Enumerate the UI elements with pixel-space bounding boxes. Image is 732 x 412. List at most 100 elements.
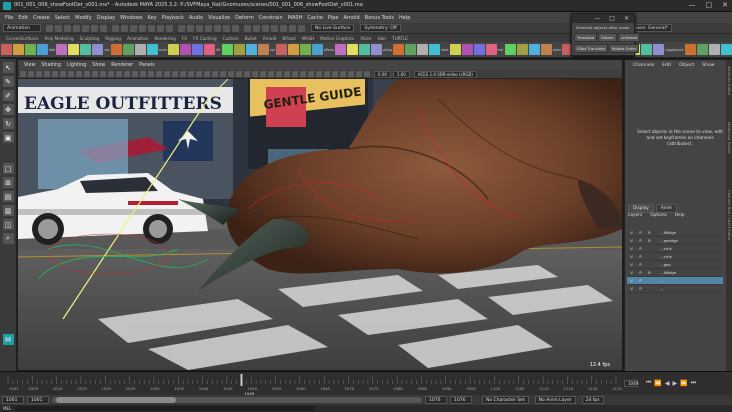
shelf-tool-icon[interactable] bbox=[122, 44, 134, 55]
layer-reference-toggle[interactable]: R bbox=[645, 238, 654, 243]
viewport-tool-icon[interactable] bbox=[76, 71, 82, 77]
float-close-button[interactable]: ✕ bbox=[624, 15, 629, 22]
layer-visibility-toggle[interactable]: V bbox=[627, 246, 636, 251]
viewport-tool-icon[interactable] bbox=[308, 71, 314, 77]
shelf-tab-xgen[interactable]: XGen bbox=[360, 36, 371, 41]
menu-edit[interactable]: Edit bbox=[18, 15, 28, 21]
menu-constrain[interactable]: Constrain bbox=[259, 15, 283, 21]
playback-end-field[interactable]: 1076 bbox=[425, 396, 447, 404]
float-maximize-button[interactable]: □ bbox=[609, 15, 615, 22]
viewport-tool-icon[interactable] bbox=[92, 71, 98, 77]
shelf-tab-bifrost[interactable]: Bifrost bbox=[282, 36, 296, 41]
shelf-tab-fx[interactable]: FX bbox=[182, 36, 187, 41]
layer-row[interactable]: V P ...geo bbox=[627, 261, 723, 269]
status-tool-icon[interactable] bbox=[289, 24, 296, 32]
step-forward-icon[interactable]: ⏩ bbox=[680, 380, 687, 387]
viewport-tool-icon[interactable] bbox=[196, 71, 202, 77]
status-tool-icon[interactable] bbox=[253, 24, 260, 32]
playback-start-field[interactable]: 1001 bbox=[27, 396, 49, 404]
shelf-tool-icon[interactable] bbox=[429, 44, 441, 55]
viewport-tool-icon[interactable] bbox=[284, 71, 290, 77]
persp-graph-icon[interactable]: ◫ bbox=[2, 219, 14, 230]
viewport-tool-icon[interactable] bbox=[300, 71, 306, 77]
menu-file[interactable]: File bbox=[5, 15, 13, 21]
shelf-tool-icon[interactable] bbox=[13, 44, 24, 55]
status-tool-icon[interactable] bbox=[91, 24, 98, 32]
range-end-field[interactable]: 1076 bbox=[450, 396, 472, 404]
rotate-button[interactable]: Rotate bbox=[598, 33, 617, 42]
shelf-tab-curvessurfaces[interactable]: CurvesSurfaces bbox=[6, 36, 39, 41]
channel-menu-channels[interactable]: Channels bbox=[633, 63, 654, 68]
status-tool-icon[interactable] bbox=[166, 24, 173, 32]
viewport-tool-icon[interactable] bbox=[60, 71, 66, 77]
viewport-tool-icon[interactable] bbox=[116, 71, 122, 77]
side-label-channel-box[interactable]: Channel Box / Layer Editor bbox=[727, 190, 732, 241]
viewport-tool-icon[interactable] bbox=[124, 71, 130, 77]
layer-playback-toggle[interactable]: P bbox=[636, 246, 645, 251]
menu-pipe[interactable]: Pipe bbox=[328, 15, 339, 21]
shelf-tab-fx-caching[interactable]: FX Caching bbox=[193, 36, 217, 41]
viewport-3d[interactable]: EAGLE OUTFITTERS GENTLE GUIDE 12.4 fps bbox=[18, 79, 622, 370]
symmetry-dropdown[interactable]: Symmetry: Off bbox=[360, 24, 401, 32]
float-minimize-button[interactable]: — bbox=[594, 15, 600, 22]
single-view-icon[interactable]: □ bbox=[2, 163, 14, 174]
anim-layer-dropdown[interactable]: No Anim Layer bbox=[534, 396, 576, 404]
shelf-tool-icon[interactable] bbox=[449, 44, 461, 55]
viewport-tool-icon[interactable] bbox=[348, 71, 354, 77]
layer-visibility-toggle[interactable]: V bbox=[627, 286, 636, 291]
shelf-tab-arnold[interactable]: Arnold bbox=[263, 36, 277, 41]
viewport-menu-view[interactable]: View bbox=[24, 63, 35, 68]
shelf-tool-icon[interactable] bbox=[1, 44, 12, 55]
go-to-end-icon[interactable]: ⏭ bbox=[691, 379, 696, 387]
command-input[interactable] bbox=[15, 406, 316, 411]
viewport-tool-icon[interactable] bbox=[36, 71, 42, 77]
shelf-tool-icon[interactable] bbox=[696, 44, 708, 55]
menu-audio[interactable]: Audio bbox=[189, 15, 203, 21]
current-frame-field[interactable]: 1049 bbox=[624, 380, 638, 387]
unfreeze-button[interactable]: unfreeze bbox=[617, 33, 641, 42]
status-tool-icon[interactable] bbox=[298, 24, 305, 32]
viewport-tool-icon[interactable] bbox=[332, 71, 338, 77]
menu-mash[interactable]: MASH bbox=[288, 15, 303, 21]
four-view-icon[interactable]: ⊞ bbox=[2, 177, 14, 188]
shelf-tool-icon[interactable] bbox=[335, 44, 347, 55]
translate-button[interactable]: Translate bbox=[574, 33, 598, 42]
viewport-tool-icon[interactable] bbox=[52, 71, 58, 77]
layer-playback-toggle[interactable]: P bbox=[636, 230, 645, 235]
layers-menu[interactable]: Layers bbox=[628, 213, 642, 218]
tab-anim[interactable]: Anim bbox=[655, 204, 677, 213]
status-tool-icon[interactable] bbox=[130, 24, 137, 32]
viewport-tool-icon[interactable] bbox=[228, 71, 234, 77]
viewport-tool-icon[interactable] bbox=[212, 71, 218, 77]
shelf-tool-icon[interactable] bbox=[233, 44, 245, 55]
shelf-tool-icon[interactable] bbox=[204, 44, 216, 55]
shelf-tool-icon[interactable] bbox=[192, 44, 204, 55]
viewport-tool-icon[interactable] bbox=[156, 71, 162, 77]
menu-select[interactable]: Select bbox=[55, 15, 70, 21]
layer-visibility-toggle[interactable]: V bbox=[627, 262, 636, 267]
shelf-tool-icon[interactable] bbox=[473, 44, 485, 55]
viewport-tool-icon[interactable] bbox=[148, 71, 154, 77]
layer-playback-toggle[interactable]: P bbox=[636, 238, 645, 243]
status-tool-icon[interactable] bbox=[271, 24, 278, 32]
status-tool-icon[interactable] bbox=[262, 24, 269, 32]
shelf-tool-icon[interactable] bbox=[516, 44, 528, 55]
viewport-tool-icon[interactable] bbox=[356, 71, 362, 77]
viewport-menu-panels[interactable]: Panels bbox=[139, 63, 154, 68]
play-back-icon[interactable]: ◀ bbox=[665, 380, 670, 387]
menu-arnold[interactable]: Arnold bbox=[343, 15, 359, 21]
layer-row[interactable]: V P R ...ftBdge bbox=[627, 269, 723, 277]
rotate-order-button[interactable]: Rotate Order bbox=[608, 44, 640, 53]
viewport-tool-icon[interactable] bbox=[20, 71, 26, 77]
time-slider[interactable]: 1001 1005 1010 1015 1020 1025 1030 1035 1040 1045… bbox=[0, 371, 732, 396]
status-tool-icon[interactable] bbox=[100, 24, 107, 32]
step-back-icon[interactable]: ⏪ bbox=[654, 380, 661, 387]
shelf-tab-animation[interactable]: Animation bbox=[127, 36, 148, 41]
layer-row[interactable]: V P... bbox=[627, 277, 723, 285]
layer-visibility-toggle[interactable]: V bbox=[627, 270, 636, 275]
menu-display[interactable]: Display bbox=[97, 15, 115, 21]
status-tool-icon[interactable] bbox=[214, 24, 221, 32]
shelf-tab-bullet[interactable]: Bullet bbox=[245, 36, 257, 41]
viewport-menu-shading[interactable]: Shading bbox=[41, 63, 61, 68]
shelf-tab-motion-graphics[interactable]: Motion Graphics bbox=[320, 36, 354, 41]
